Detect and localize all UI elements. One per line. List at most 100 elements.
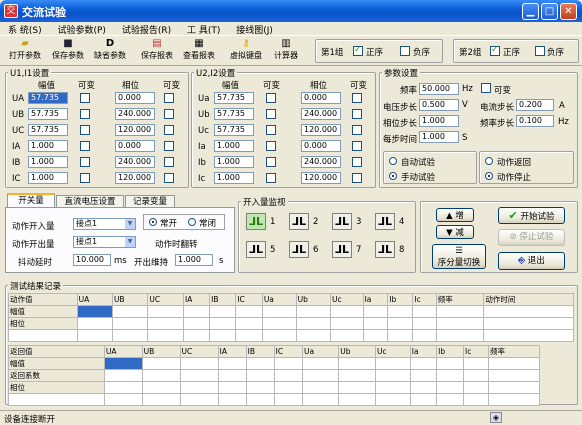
auto-test-radio[interactable] bbox=[389, 157, 397, 165]
ui1-amp-input[interactable]: 57.735 bbox=[28, 92, 68, 104]
normally-closed-radio[interactable] bbox=[188, 218, 196, 226]
table-cell[interactable] bbox=[147, 305, 184, 318]
menu-system[interactable]: 系 统(S) bbox=[3, 22, 47, 37]
table-cell[interactable] bbox=[103, 357, 143, 370]
table-cell[interactable] bbox=[463, 357, 490, 370]
save-report-button[interactable]: ▤ 保存报表 bbox=[137, 37, 177, 65]
table-cell[interactable] bbox=[235, 305, 263, 318]
table-cell[interactable] bbox=[147, 317, 184, 330]
ui2-amp-variable-checkbox[interactable] bbox=[266, 93, 276, 103]
ui2-phase-variable-checkbox[interactable] bbox=[352, 109, 362, 119]
table-cell[interactable] bbox=[483, 317, 574, 330]
ui2-amp-variable-checkbox[interactable] bbox=[266, 157, 276, 167]
group2-negative-checkbox[interactable] bbox=[535, 46, 545, 56]
increase-button[interactable]: ▲ 增 bbox=[436, 208, 474, 222]
table-cell[interactable] bbox=[179, 393, 219, 406]
table-cell[interactable] bbox=[209, 329, 237, 342]
table-cell[interactable] bbox=[273, 393, 303, 406]
ui2-phase-input[interactable]: 240.000 bbox=[301, 156, 341, 168]
table-cell[interactable] bbox=[76, 329, 113, 342]
ui1-amp-variable-checkbox[interactable] bbox=[80, 141, 90, 151]
ui2-phase-variable-checkbox[interactable] bbox=[352, 93, 362, 103]
menu-wiring[interactable]: 接线图(J) bbox=[231, 22, 278, 37]
table-cell[interactable] bbox=[111, 305, 149, 318]
table-cell[interactable] bbox=[217, 369, 247, 382]
table-cell[interactable] bbox=[436, 393, 465, 406]
table-cell[interactable] bbox=[141, 393, 181, 406]
start-test-button[interactable]: ✔ 开始试验 bbox=[498, 207, 565, 224]
table-cell[interactable] bbox=[338, 369, 376, 382]
table-cell[interactable] bbox=[273, 369, 303, 382]
ui1-amp-input[interactable]: 57.735 bbox=[28, 108, 68, 120]
table-cell[interactable] bbox=[76, 305, 113, 318]
ui1-phase-variable-checkbox[interactable] bbox=[164, 141, 174, 151]
pstep-input[interactable]: 1.000 bbox=[419, 115, 459, 127]
menu-params[interactable]: 试验参数(P) bbox=[52, 22, 110, 37]
normally-open-radio[interactable] bbox=[149, 218, 157, 226]
ui2-amp-variable-checkbox[interactable] bbox=[266, 109, 276, 119]
ui1-phase-variable-checkbox[interactable] bbox=[164, 93, 174, 103]
table-cell[interactable] bbox=[103, 381, 143, 394]
table-cell[interactable] bbox=[182, 305, 211, 318]
table-cell[interactable] bbox=[141, 357, 181, 370]
table-cell[interactable] bbox=[147, 329, 184, 342]
manual-test-radio[interactable] bbox=[389, 172, 397, 180]
table-cell[interactable] bbox=[179, 381, 219, 394]
maximize-button[interactable]: □ bbox=[541, 3, 558, 20]
table-cell[interactable] bbox=[245, 381, 275, 394]
ui1-phase-input[interactable]: 0.000 bbox=[115, 140, 155, 152]
ui2-amp-input[interactable]: 57.735 bbox=[214, 108, 254, 120]
table-cell[interactable] bbox=[295, 329, 332, 342]
table-cell[interactable] bbox=[217, 393, 247, 406]
save-params-button[interactable]: ■ 保存参数 bbox=[48, 37, 88, 65]
table-cell[interactable] bbox=[436, 381, 465, 394]
title-bar[interactable]: 交 交流试验 ▁ □ ✕ bbox=[0, 0, 582, 22]
group1-negative-checkbox[interactable] bbox=[400, 46, 410, 56]
table-cell[interactable] bbox=[436, 369, 465, 382]
ui1-amp-variable-checkbox[interactable] bbox=[80, 125, 90, 135]
table-cell[interactable] bbox=[235, 329, 263, 342]
ui1-phase-input[interactable]: 120.000 bbox=[115, 124, 155, 136]
table-cell[interactable] bbox=[245, 393, 275, 406]
table-cell[interactable] bbox=[387, 317, 414, 330]
table-cell[interactable] bbox=[338, 357, 376, 370]
ui2-amp-variable-checkbox[interactable] bbox=[266, 173, 276, 183]
table-cell[interactable] bbox=[273, 357, 303, 370]
stop-test-button[interactable]: ⊘ 停止试验 bbox=[498, 229, 565, 246]
calculator-button[interactable]: ▥ 计算器 bbox=[268, 37, 304, 65]
vstep-input[interactable]: 0.500 bbox=[419, 99, 459, 111]
table-cell[interactable] bbox=[209, 305, 237, 318]
ui1-amp-variable-checkbox[interactable] bbox=[80, 93, 90, 103]
minimize-button[interactable]: ▁ bbox=[522, 3, 539, 20]
table-cell[interactable] bbox=[338, 381, 376, 394]
table-cell[interactable] bbox=[261, 329, 297, 342]
table-cell[interactable] bbox=[8, 329, 78, 342]
ui2-phase-variable-checkbox[interactable] bbox=[352, 157, 362, 167]
default-params-button[interactable]: D 缺省参数 bbox=[90, 37, 130, 65]
ui1-phase-variable-checkbox[interactable] bbox=[164, 125, 174, 135]
virtual-keyboard-button[interactable]: ⚷ 虚拟键盘 bbox=[226, 37, 266, 65]
ui1-phase-variable-checkbox[interactable] bbox=[164, 109, 174, 119]
table-cell[interactable] bbox=[301, 357, 340, 370]
table-cell[interactable] bbox=[362, 317, 389, 330]
table-cell[interactable] bbox=[409, 393, 438, 406]
exit-button[interactable]: ⎆ 退出 bbox=[498, 252, 565, 270]
ui1-phase-variable-checkbox[interactable] bbox=[164, 173, 174, 183]
table-cell[interactable] bbox=[435, 305, 485, 318]
ui2-phase-variable-checkbox[interactable] bbox=[352, 173, 362, 183]
table-cell[interactable] bbox=[261, 317, 297, 330]
ui1-phase-variable-checkbox[interactable] bbox=[164, 157, 174, 167]
istep-input[interactable]: 0.200 bbox=[516, 99, 554, 111]
steptime-input[interactable]: 1.000 bbox=[419, 131, 459, 143]
table-cell[interactable] bbox=[463, 369, 490, 382]
open-params-button[interactable]: ▰ 打开参数 bbox=[5, 37, 45, 65]
ui1-phase-input[interactable]: 120.000 bbox=[115, 172, 155, 184]
ui2-amp-input[interactable]: 1.000 bbox=[214, 172, 254, 184]
table-cell[interactable] bbox=[409, 381, 438, 394]
ui1-phase-input[interactable]: 240.000 bbox=[115, 156, 155, 168]
table-cell[interactable] bbox=[374, 393, 411, 406]
table-cell[interactable] bbox=[412, 317, 437, 330]
table-cell[interactable] bbox=[463, 381, 490, 394]
ui1-amp-input[interactable]: 1.000 bbox=[28, 172, 68, 184]
ui1-amp-variable-checkbox[interactable] bbox=[80, 173, 90, 183]
